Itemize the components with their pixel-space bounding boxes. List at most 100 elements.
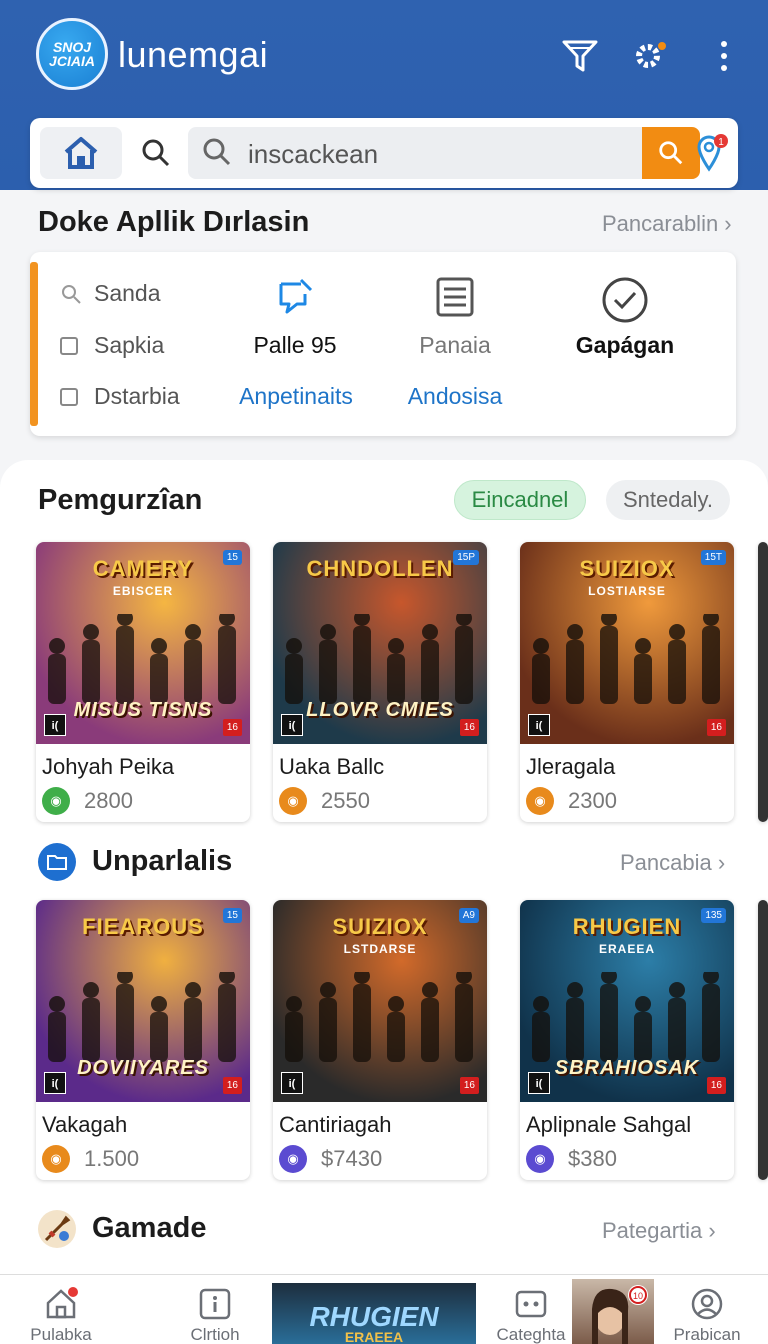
pegi-icon: 16 [706,719,726,736]
nav-banner-thumbnail[interactable]: RHUGIEN ERAEEA [272,1283,476,1344]
game-thumbnail[interactable]: SUIZIOX LSTDARSE A9 i( 16 [273,900,487,1102]
coin-icon: ◉ [42,787,70,815]
game-price: ◉ 2550 [279,787,370,815]
filter-link[interactable]: Anpetinaits [226,383,366,410]
art-bottom-text: SBRAHIOSAK [554,1057,700,1079]
game-card[interactable]: SUIZIOX LSTDARSE A9 i( 16 Cantiriagah ◉ … [273,900,487,1180]
filter-value: Panaia [419,332,491,358]
game-thumbnail[interactable]: CAMERY EBISCER MISUS TISNS 15 i( 16 [36,542,250,744]
search-value: inscackean [248,139,379,169]
game-card[interactable]: CAMERY EBISCER MISUS TISNS 15 i( 16 Johy… [36,542,250,822]
game-card-peek[interactable] [758,542,768,822]
game-price: ◉ 1.500 [42,1145,139,1173]
coin-icon: ◉ [279,1145,307,1173]
home-button[interactable] [40,127,122,179]
more-vert-icon[interactable] [704,36,744,76]
game-card[interactable]: FIEAROUS DOVIIYARES 15 i( 16 Vakagah ◉ 1… [36,900,250,1180]
section2-link[interactable]: Pancabia › [620,850,725,876]
game-price: ◉ 2300 [526,787,617,815]
home-icon [46,1287,78,1319]
search-icon [203,138,231,166]
sword-icon [38,1210,76,1248]
filters-card: Sanda Sapkia Dstarbia Palle 95 Anpetinai… [30,252,736,436]
list-icon[interactable] [390,276,520,324]
checkbox-icon[interactable] [60,387,78,406]
art-subtitle: ERAEEA [598,942,655,956]
game-thumbnail[interactable]: CHNDOLLEN LLOVR CMIES 15P i( 16 [273,542,487,744]
bottom-navigation: Pulabka Clrtioh RHUGIEN ERAEEA Categhta … [0,1274,768,1344]
section3-title: Gamade [92,1212,207,1244]
pegi-icon: 16 [222,719,242,736]
nav-item-profile[interactable]: Prabican [652,1287,762,1344]
game-thumbnail[interactable]: FIEAROUS DOVIIYARES 15 i( 16 [36,900,250,1102]
filter-search-item[interactable]: Sanda [60,280,161,307]
search-bar: inscackean 1 [30,118,738,188]
rating-badge: 15P [453,550,479,565]
game-name: Aplipnale Sahgal [526,1112,692,1137]
svg-text:10: 10 [633,1291,643,1301]
nav-banner-sub: ERAEEA [344,1329,404,1344]
art-figures [532,614,720,704]
checkbox-icon[interactable] [60,336,78,355]
art-subtitle: LSTDARSE [343,942,417,956]
rating-badge: 135 [701,908,726,923]
pegi-icon: 16 [459,1077,479,1094]
grid-dots-icon [515,1290,547,1318]
game-thumbnail[interactable]: RHUGIEN ERAEEA SBRAHIOSAK 135 i( 16 [520,900,734,1102]
game-name: Cantiriagah [279,1112,392,1137]
art-figures [48,972,236,1062]
chat-icon[interactable] [230,276,360,322]
art-bottom-text: MISUS TISNS [73,699,213,721]
filters-section-title: Doke Apllik Dırlasin [38,206,310,238]
filter-checkbox[interactable]: Sapkia [60,332,164,359]
nav-item-info[interactable]: Clrtioh [160,1287,270,1344]
game-name: Vakagah [42,1112,128,1137]
home-icon [64,137,98,169]
nav-item-categories[interactable]: Categhta [476,1287,586,1344]
art-figures [285,972,473,1062]
filter-value: Palle 95 [253,332,337,358]
game-thumbnail[interactable]: SUIZIOX LOSTIARSE 15T i( 16 [520,542,734,744]
pegi-icon: 16 [706,1077,726,1094]
app-title: lunemgai [118,34,269,75]
app-logo[interactable]: SNOJ JCIAIA [36,18,108,90]
filter-icon[interactable] [560,36,600,76]
game-card[interactable]: CHNDOLLEN LLOVR CMIES 15P i( 16 Uaka Bal… [273,542,487,822]
search-icon [62,284,81,304]
chip-active[interactable]: Eincadnel [454,480,586,520]
search-icon [659,141,683,165]
art-figures [532,972,720,1062]
filter-checkbox[interactable]: Dstarbia [60,383,180,410]
svg-text:1: 1 [718,137,724,148]
coin-icon: ◉ [279,787,307,815]
nav-avatar[interactable]: 10 [572,1279,654,1344]
game-card-peek[interactable] [758,900,768,1180]
age-rating-icon: i( [281,714,303,736]
location-button[interactable]: 1 [690,130,734,176]
coin-icon: ◉ [526,787,554,815]
art-subtitle: LOSTIARSE [588,584,666,598]
search-input[interactable]: inscackean [188,127,700,179]
game-card[interactable]: RHUGIEN ERAEEA SBRAHIOSAK 135 i( 16 Apli… [520,900,734,1180]
check-circle-icon[interactable] [560,276,690,330]
gear-icon[interactable] [630,36,670,76]
rating-badge: A9 [458,908,479,923]
art-figures [285,614,473,704]
filter-link[interactable]: Andosisa [390,383,520,410]
section3-link[interactable]: Pategartia › [602,1218,716,1244]
section2-title: Unparlalis [92,845,233,877]
chip[interactable]: Sntedaly. [606,480,730,520]
game-name: Johyah Peika [42,754,175,779]
search-button[interactable] [134,131,178,175]
art-subtitle: EBISCER [112,584,174,598]
game-card[interactable]: SUIZIOX LOSTIARSE 15T i( 16 Jleragala ◉ … [520,542,734,822]
art-title: FIEAROUS [82,914,204,939]
age-rating-icon: i( [528,714,550,736]
filters-section-link[interactable]: Pancarablin › [602,211,732,237]
game-name: Jleragala [526,754,616,779]
filter-value: Gapágan [575,332,675,358]
art-figures [48,614,236,704]
nav-item-home[interactable]: Pulabka [6,1287,116,1344]
search-icon [142,139,170,167]
rating-badge: 15 [222,908,242,923]
